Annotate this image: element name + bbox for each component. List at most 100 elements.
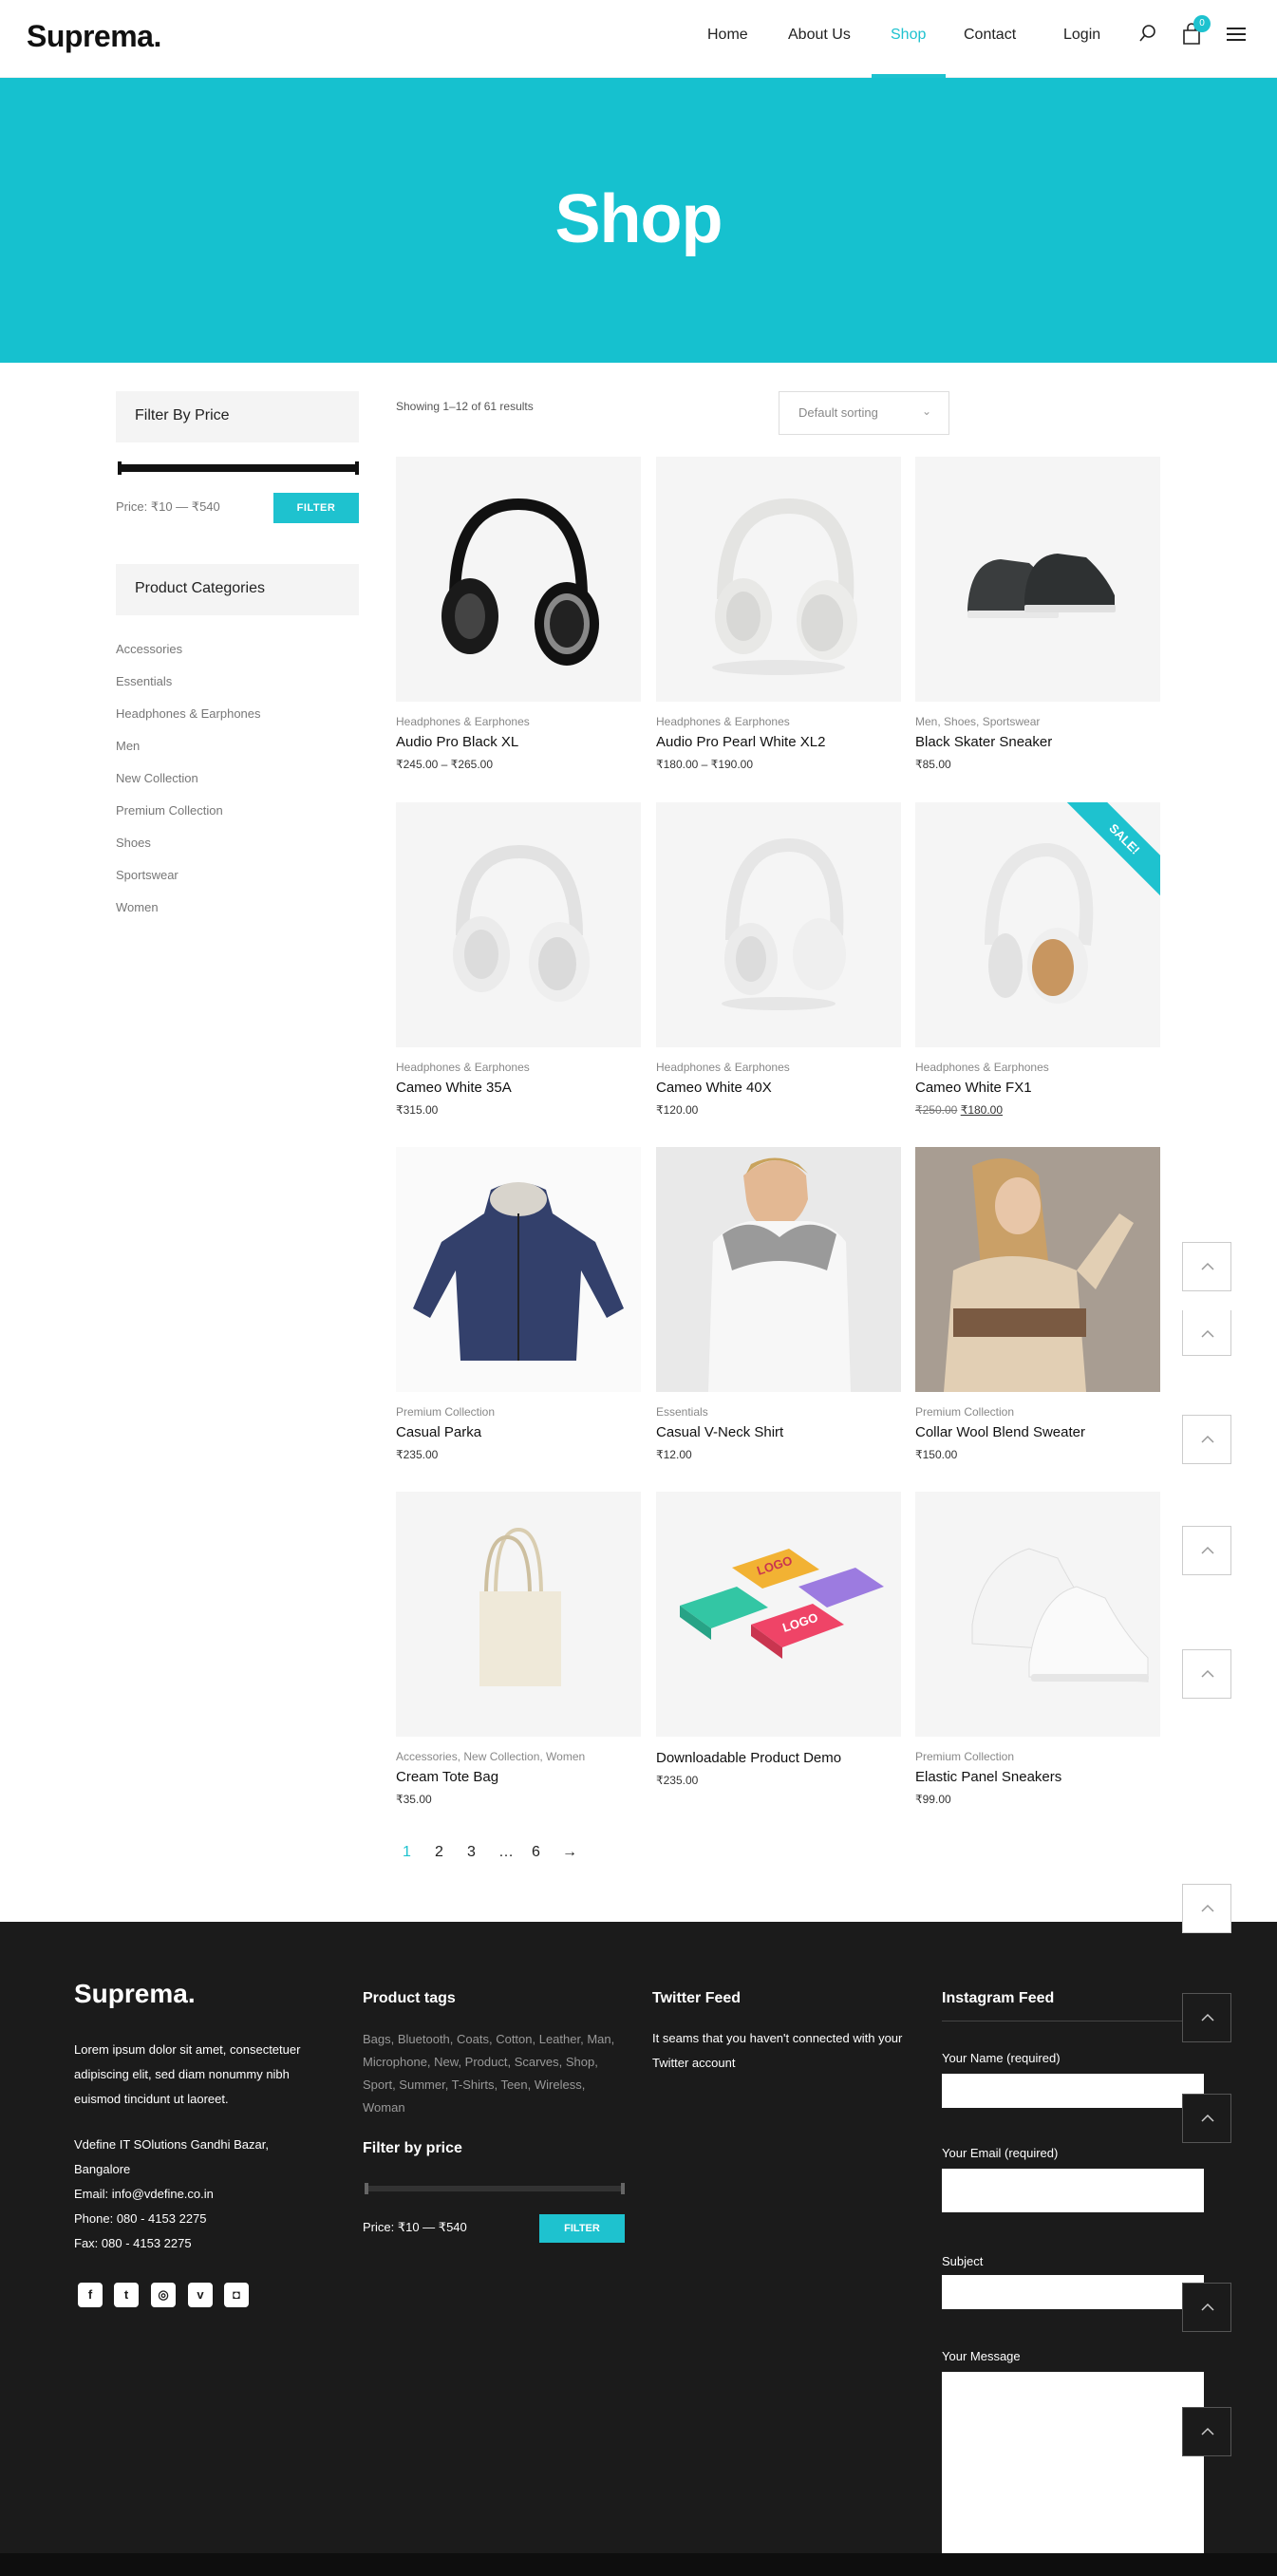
- category-link-headphones[interactable]: Headphones & Earphones: [116, 706, 261, 721]
- product-category[interactable]: Headphones & Earphones: [396, 715, 641, 728]
- product-category[interactable]: Headphones & Earphones: [396, 1061, 641, 1074]
- instagram-icon[interactable]: ◘: [224, 2283, 249, 2307]
- product-name[interactable]: Audio Pro Pearl White XL2: [656, 734, 901, 750]
- product-card[interactable]: SALE! Headphones & Earphones Cameo White…: [915, 802, 1160, 1117]
- scroll-to-top-button[interactable]: [1182, 1649, 1231, 1699]
- product-image-cameo-40x[interactable]: [656, 802, 901, 1047]
- nav-about-us[interactable]: About Us: [788, 27, 851, 44]
- message-field[interactable]: [942, 2372, 1204, 2553]
- product-image-v-neck-shirt[interactable]: [656, 1147, 901, 1392]
- product-card[interactable]: LOGO LOGO Downloadable Product Demo ₹235…: [656, 1492, 901, 1787]
- product-category[interactable]: Essentials: [656, 1405, 901, 1419]
- product-image-tote-bag[interactable]: [396, 1492, 641, 1737]
- product-category[interactable]: Headphones & Earphones: [656, 715, 901, 728]
- footer-filter-title: Filter by price: [363, 2140, 462, 2156]
- scroll-to-top-button[interactable]: [1182, 1415, 1231, 1464]
- category-link-men[interactable]: Men: [116, 739, 140, 753]
- product-tags-cloud[interactable]: Bags, Bluetooth, Coats, Cotton, Leather,…: [363, 2028, 629, 2119]
- menu-icon[interactable]: [1227, 27, 1249, 49]
- product-name[interactable]: Casual Parka: [396, 1424, 641, 1440]
- page-link-6[interactable]: 6: [532, 1844, 540, 1861]
- product-image-cameo-35a[interactable]: [396, 802, 641, 1047]
- nav-home[interactable]: Home: [707, 27, 748, 44]
- dribbble-icon[interactable]: ◎: [151, 2283, 176, 2307]
- price-slider-min-handle[interactable]: [118, 461, 122, 475]
- product-name[interactable]: Cameo White 40X: [656, 1080, 901, 1096]
- product-image-casual-parka[interactable]: [396, 1147, 641, 1392]
- product-card[interactable]: Headphones & Earphones Cameo White 35A ₹…: [396, 802, 641, 1117]
- product-card[interactable]: Essentials Casual V-Neck Shirt ₹12.00: [656, 1147, 901, 1461]
- scroll-to-top-button[interactable]: [1182, 1310, 1231, 1356]
- site-logo[interactable]: Suprema.: [27, 19, 161, 54]
- product-card[interactable]: Men, Shoes, Sportswear Black Skater Snea…: [915, 457, 1160, 771]
- category-link-essentials[interactable]: Essentials: [116, 674, 172, 688]
- page-link-1[interactable]: 1: [403, 1844, 411, 1861]
- footer-filter-button[interactable]: FILTER: [539, 2214, 625, 2243]
- product-name[interactable]: Downloadable Product Demo: [656, 1750, 901, 1766]
- product-card[interactable]: Premium Collection Casual Parka ₹235.00: [396, 1147, 641, 1461]
- product-name[interactable]: Audio Pro Black XL: [396, 734, 641, 750]
- product-image-headphones-pearl[interactable]: [656, 457, 901, 702]
- vimeo-icon[interactable]: v: [188, 2283, 213, 2307]
- product-card[interactable]: Premium Collection Collar Wool Blend Swe…: [915, 1147, 1160, 1461]
- product-category[interactable]: Accessories, New Collection, Women: [396, 1750, 641, 1763]
- scroll-to-top-button[interactable]: [1182, 1993, 1231, 2042]
- nav-contact[interactable]: Contact: [964, 27, 1016, 44]
- product-name[interactable]: Elastic Panel Sneakers: [915, 1769, 1160, 1785]
- category-link-shoes[interactable]: Shoes: [116, 836, 151, 850]
- next-page-arrow[interactable]: →: [562, 1844, 577, 1861]
- footer-slider-min-handle[interactable]: [365, 2183, 368, 2194]
- name-field[interactable]: [942, 2074, 1204, 2108]
- product-card[interactable]: Premium Collection Elastic Panel Sneaker…: [915, 1492, 1160, 1806]
- scroll-to-top-button[interactable]: [1182, 2283, 1231, 2332]
- page-link-3[interactable]: 3: [467, 1844, 476, 1861]
- product-category[interactable]: Premium Collection: [915, 1750, 1160, 1763]
- twitter-icon[interactable]: t: [114, 2283, 139, 2307]
- product-image-headphones-black[interactable]: [396, 457, 641, 702]
- product-category[interactable]: Premium Collection: [396, 1405, 641, 1419]
- product-name[interactable]: Black Skater Sneaker: [915, 734, 1160, 750]
- product-category[interactable]: Premium Collection: [915, 1405, 1160, 1419]
- filter-button[interactable]: FILTER: [273, 493, 359, 523]
- facebook-icon[interactable]: f: [78, 2283, 103, 2307]
- footer-price-slider[interactable]: [365, 2183, 625, 2194]
- category-link-premium-collection[interactable]: Premium Collection: [116, 803, 223, 818]
- product-card[interactable]: Headphones & Earphones Audio Pro Black X…: [396, 457, 641, 771]
- product-name[interactable]: Casual V-Neck Shirt: [656, 1424, 901, 1440]
- product-card[interactable]: Accessories, New Collection, Women Cream…: [396, 1492, 641, 1806]
- search-icon[interactable]: [1137, 23, 1160, 46]
- product-image-cameo-fx1[interactable]: SALE!: [915, 802, 1160, 1047]
- product-category[interactable]: Headphones & Earphones: [656, 1061, 901, 1074]
- scroll-to-top-button[interactable]: [1182, 1884, 1231, 1933]
- product-name[interactable]: Collar Wool Blend Sweater: [915, 1424, 1160, 1440]
- product-image-elastic-sneakers[interactable]: [915, 1492, 1160, 1737]
- category-link-women[interactable]: Women: [116, 900, 159, 914]
- product-category[interactable]: Headphones & Earphones: [915, 1061, 1160, 1074]
- product-name[interactable]: Cream Tote Bag: [396, 1769, 641, 1785]
- footer-logo[interactable]: Suprema.: [74, 1979, 196, 2009]
- product-image-wool-sweater[interactable]: [915, 1147, 1160, 1392]
- category-link-new-collection[interactable]: New Collection: [116, 771, 198, 785]
- scroll-to-top-button[interactable]: [1182, 1242, 1231, 1291]
- category-link-sportswear[interactable]: Sportswear: [116, 868, 178, 882]
- product-category[interactable]: Men, Shoes, Sportswear: [915, 715, 1160, 728]
- product-image-black-sneakers[interactable]: [915, 457, 1160, 702]
- product-name[interactable]: Cameo White FX1: [915, 1080, 1160, 1096]
- scroll-to-top-button[interactable]: [1182, 2094, 1231, 2143]
- product-card[interactable]: Headphones & Earphones Audio Pro Pearl W…: [656, 457, 901, 771]
- sorting-select[interactable]: Default sorting ⌄: [779, 391, 949, 435]
- scroll-to-top-button[interactable]: [1182, 2407, 1231, 2456]
- page-link-2[interactable]: 2: [435, 1844, 443, 1861]
- product-card[interactable]: Headphones & Earphones Cameo White 40X ₹…: [656, 802, 901, 1117]
- product-name[interactable]: Cameo White 35A: [396, 1080, 641, 1096]
- nav-shop[interactable]: Shop: [891, 27, 926, 44]
- email-field[interactable]: [942, 2169, 1204, 2212]
- nav-login[interactable]: Login: [1063, 27, 1100, 44]
- scroll-to-top-button[interactable]: [1182, 1526, 1231, 1575]
- subject-field[interactable]: [942, 2275, 1204, 2309]
- price-range-slider[interactable]: [118, 461, 359, 475]
- category-link-accessories[interactable]: Accessories: [116, 642, 182, 656]
- price-slider-max-handle[interactable]: [355, 461, 359, 475]
- footer-slider-max-handle[interactable]: [621, 2183, 625, 2194]
- product-image-downloadable-demo[interactable]: LOGO LOGO: [656, 1492, 901, 1737]
